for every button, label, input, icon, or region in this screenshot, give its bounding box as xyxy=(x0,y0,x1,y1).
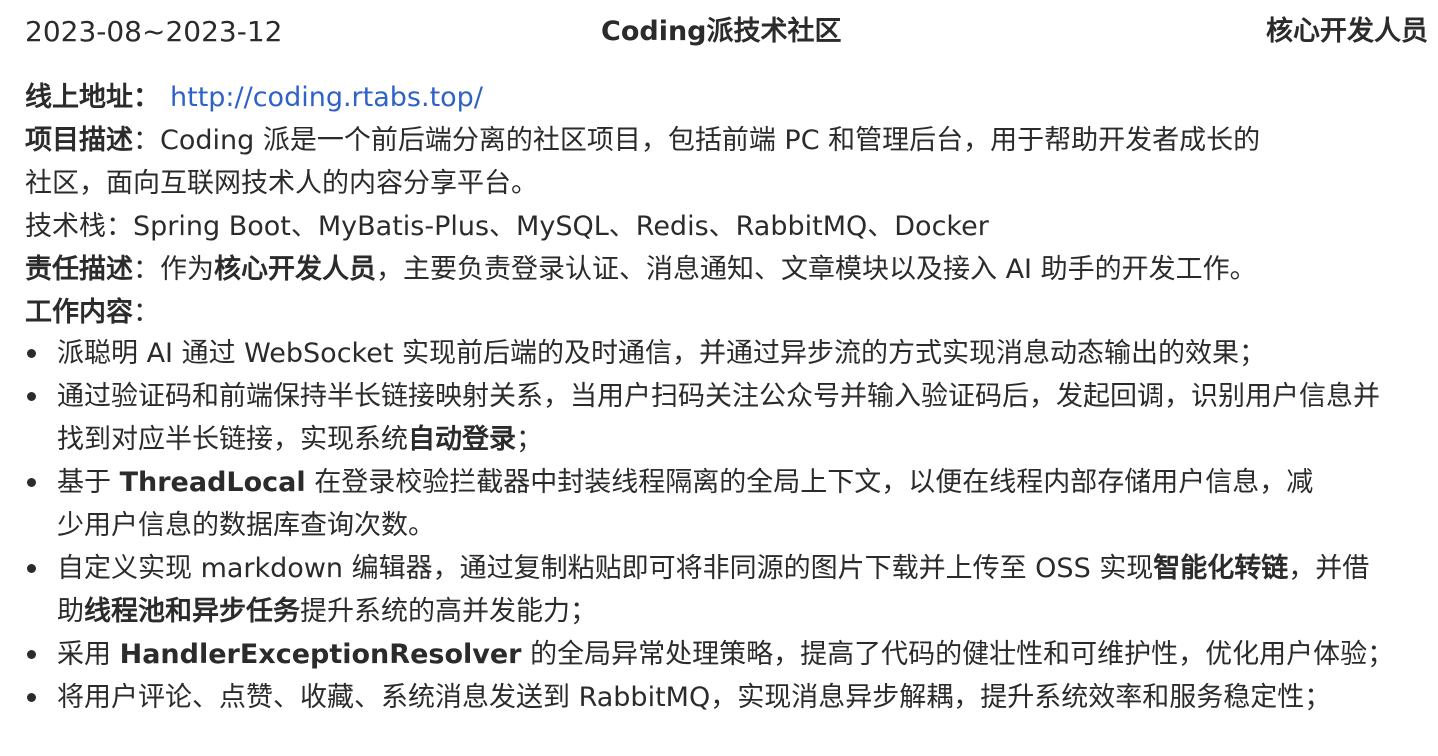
list-item: 派聪明 AI 通过 WebSocket 实现前后端的及时通信，并通过异步流的方式… xyxy=(25,332,1435,375)
tech-stack-line: 技术栈：Spring Boot、MyBatis-Plus、MySQL、Redis… xyxy=(25,205,1430,248)
list-item-text: 采用 HandlerExceptionResolver 的全局异常处理策略，提高… xyxy=(57,633,1435,676)
list-item-text-cont: 助线程池和异步任务提升系统的高并发能力； xyxy=(57,590,1435,633)
list-item-highlight: 自动登录 xyxy=(408,424,516,455)
list-item-text-cont: 找到对应半长链接，实现系统自动登录； xyxy=(57,418,1435,461)
list-item-text: 自定义实现 markdown 编辑器，通过复制粘贴即可将非同源的图片下载并上传至… xyxy=(57,547,1435,590)
work-content-colon: ： xyxy=(133,297,160,328)
list-item-text: 将用户评论、点赞、收藏、系统消息发送到 RabbitMQ，实现消息异步解耦，提升… xyxy=(57,682,1332,713)
description-label: 项目描述 xyxy=(25,125,133,156)
list-item-text: 派聪明 AI 通过 WebSocket 实现前后端的及时通信，并通过异步流的方式… xyxy=(57,338,1266,369)
responsibility-label: 责任描述 xyxy=(25,254,133,285)
description-text-1: ：Coding 派是一个前后端分离的社区项目，包括前端 PC 和管理后台，用于帮… xyxy=(133,125,1261,156)
list-item-text: 通过验证码和前端保持半长链接映射关系，当用户扫码关注公众号并输入验证码后，发起回… xyxy=(57,381,1380,412)
responsibility-role: 核心开发人员 xyxy=(214,254,376,285)
list-item-text-pre: 助 xyxy=(57,596,84,627)
list-item: 采用 HandlerExceptionResolver 的全局异常处理策略，提高… xyxy=(25,633,1435,676)
responsibility-pre: ：作为 xyxy=(133,254,214,285)
project-header: 2023-08~2023-12 Coding派技术社区 核心开发人员 xyxy=(0,0,1438,64)
description-line-2: 社区，面向互联网技术人的内容分享平台。 xyxy=(25,162,1430,205)
bullet-icon xyxy=(27,650,36,659)
bullet-icon xyxy=(27,392,36,401)
list-item-highlight: ThreadLocal xyxy=(119,467,306,498)
bullet-icon xyxy=(27,564,36,573)
list-item-highlight: HandlerExceptionResolver xyxy=(119,639,522,670)
list-item-highlight: 线程池和异步任务 xyxy=(84,596,300,627)
list-item: 基于 ThreadLocal 在登录校验拦截器中封装线程隔离的全局上下文，以便在… xyxy=(25,461,1435,547)
responsibility-line: 责任描述：作为核心开发人员，主要负责登录认证、消息通知、文章模块以及接入 AI … xyxy=(25,248,1430,291)
project-url-link[interactable]: http://coding.rtabs.top/ xyxy=(170,82,483,113)
bullet-icon xyxy=(27,478,36,487)
tech-stack-text: 技术栈：Spring Boot、MyBatis-Plus、MySQL、Redis… xyxy=(25,211,989,242)
bullet-icon xyxy=(27,349,36,358)
list-item-text-post: 的全局异常处理策略，提高了代码的健壮性和可维护性，优化用户体验； xyxy=(521,639,1395,670)
list-item-text-pre: 基于 xyxy=(57,467,120,498)
list-item: 自定义实现 markdown 编辑器，通过复制粘贴即可将非同源的图片下载并上传至… xyxy=(25,547,1435,633)
list-item-highlight: 智能化转链 xyxy=(1153,553,1289,584)
work-content-label: 工作内容 xyxy=(25,297,133,328)
resume-project-section: 2023-08~2023-12 Coding派技术社区 核心开发人员 线上地址：… xyxy=(0,0,1438,756)
list-item: 通过验证码和前端保持半长链接映射关系，当用户扫码关注公众号并输入验证码后，发起回… xyxy=(25,375,1435,461)
work-content-heading: 工作内容： xyxy=(25,291,1430,334)
responsibility-post: ，主要负责登录认证、消息通知、文章模块以及接入 AI 助手的开发工作。 xyxy=(376,254,1257,285)
project-date-range: 2023-08~2023-12 xyxy=(25,15,283,48)
list-item: 将用户评论、点赞、收藏、系统消息发送到 RabbitMQ，实现消息异步解耦，提升… xyxy=(25,676,1435,719)
work-content-list: 派聪明 AI 通过 WebSocket 实现前后端的及时通信，并通过异步流的方式… xyxy=(25,332,1435,719)
list-item-text: 基于 ThreadLocal 在登录校验拦截器中封装线程隔离的全局上下文，以便在… xyxy=(57,461,1435,504)
url-label: 线上地址： xyxy=(25,82,160,113)
list-item-text-pre: 采用 xyxy=(57,639,120,670)
list-item-text-pre: 找到对应半长链接，实现系统 xyxy=(57,424,408,455)
list-item-text-post: 提升系统的高并发能力； xyxy=(300,596,597,627)
project-role: 核心开发人员 xyxy=(1266,16,1428,47)
list-item-text-cont: 少用户信息的数据库查询次数。 xyxy=(57,510,435,541)
project-info: 线上地址： http://coding.rtabs.top/ 项目描述：Codin… xyxy=(25,76,1430,334)
description-text-2: 社区，面向互联网技术人的内容分享平台。 xyxy=(25,168,538,199)
list-item-text-post: ，并借 xyxy=(1288,553,1370,584)
project-title: Coding派技术社区 xyxy=(601,16,842,47)
url-line: 线上地址： http://coding.rtabs.top/ xyxy=(25,76,1430,119)
description-line-1: 项目描述：Coding 派是一个前后端分离的社区项目，包括前端 PC 和管理后台… xyxy=(25,119,1430,162)
bullet-icon xyxy=(27,693,36,702)
list-item-text-post: ； xyxy=(516,424,543,455)
list-item-text-pre: 自定义实现 markdown 编辑器，通过复制粘贴即可将非同源的图片下载并上传至… xyxy=(57,553,1154,584)
list-item-text-post: 在登录校验拦截器中封装线程隔离的全局上下文，以便在线程内部存储用户信息，减 xyxy=(305,467,1314,498)
